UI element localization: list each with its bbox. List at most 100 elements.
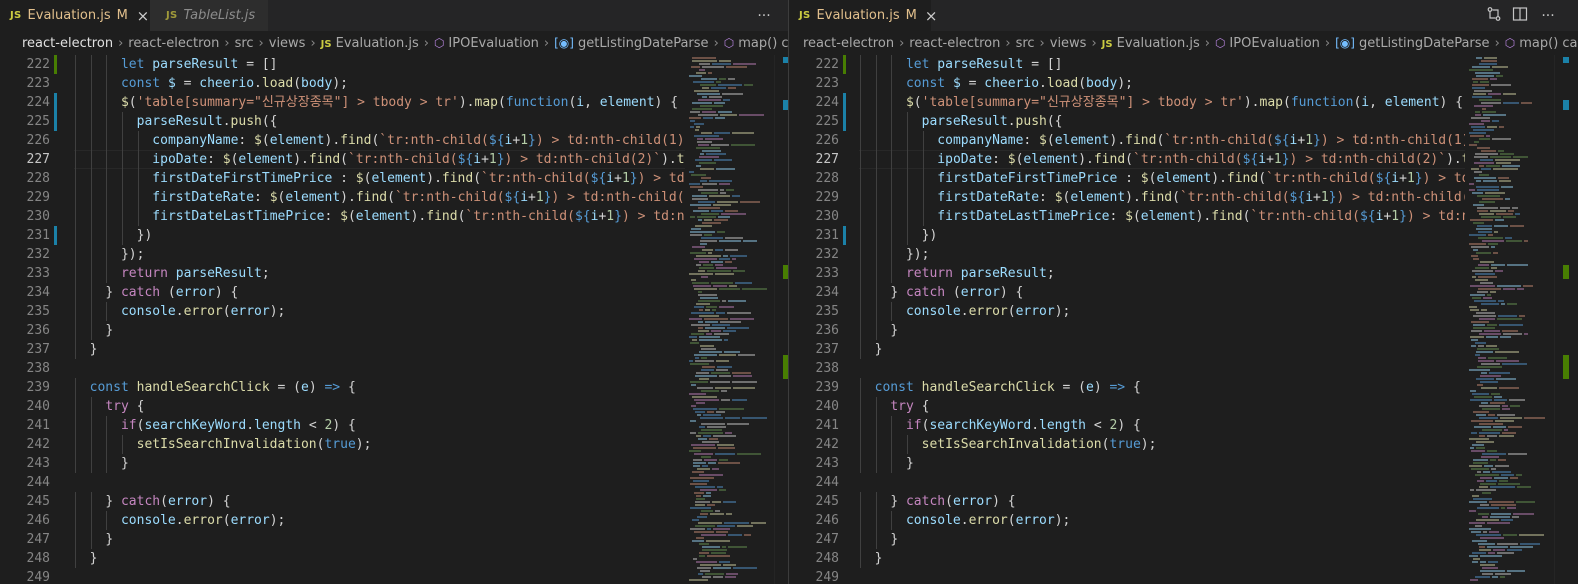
code-text[interactable]: const $ = cheerio.load(body); bbox=[121, 74, 348, 93]
more-actions-icon[interactable]: ··· bbox=[754, 6, 774, 26]
gutter-change-marker[interactable] bbox=[843, 169, 846, 188]
code-text[interactable]: }); bbox=[121, 245, 144, 264]
breadcrumb-item[interactable]: src bbox=[1016, 36, 1035, 51]
gutter-change-marker[interactable] bbox=[843, 93, 846, 112]
breadcrumb-item[interactable]: JS Evaluation.js bbox=[321, 36, 419, 51]
open-changes-icon[interactable] bbox=[1484, 6, 1504, 26]
tab-tablelist-js[interactable]: JS TableList.js bbox=[150, 0, 268, 31]
minimap[interactable] bbox=[1465, 55, 1555, 584]
code-text[interactable]: try { bbox=[105, 397, 144, 416]
close-icon[interactable]: × bbox=[925, 7, 938, 25]
code-text[interactable]: } bbox=[105, 321, 113, 340]
breadcrumb-item[interactable]: views bbox=[1050, 36, 1087, 51]
gutter-change-marker[interactable] bbox=[54, 188, 57, 207]
code-text[interactable]: } bbox=[90, 549, 98, 568]
code-text[interactable]: } bbox=[906, 454, 914, 473]
gutter-change-marker[interactable] bbox=[843, 112, 846, 131]
code-editor[interactable]: 222 let parseResult = [] 223 const $ = chee… bbox=[0, 55, 788, 584]
gutter-change-marker[interactable] bbox=[843, 55, 846, 74]
code-text[interactable]: firstDateLastTimePrice: $(element).find(… bbox=[152, 207, 685, 226]
code-text[interactable]: } bbox=[875, 549, 883, 568]
code-text[interactable]: return parseResult; bbox=[906, 264, 1055, 283]
code-text[interactable]: }); bbox=[906, 245, 929, 264]
breadcrumb-item[interactable]: react-electron bbox=[22, 36, 113, 51]
code-text[interactable]: } bbox=[121, 454, 129, 473]
code-text[interactable]: } bbox=[875, 340, 883, 359]
gutter-change-marker[interactable] bbox=[54, 207, 57, 226]
code-text[interactable]: companyName: $(element).find(`tr:nth-chi… bbox=[152, 131, 685, 150]
code-text[interactable]: ipoDate: $(element).find(`tr:nth-child($… bbox=[152, 150, 685, 169]
breadcrumb-item[interactable]: [◉] getListingDateParse bbox=[554, 36, 708, 51]
tab-evaluation-js[interactable]: JS Evaluation.js M × bbox=[789, 0, 937, 31]
breadcrumb-item[interactable]: ⬡ IPOEvaluation bbox=[434, 36, 539, 51]
gutter-change-marker[interactable] bbox=[54, 55, 57, 74]
code-text[interactable]: companyName: $(element).find(`tr:nth-chi… bbox=[937, 131, 1465, 150]
code-text[interactable]: console.error(error); bbox=[906, 302, 1070, 321]
gutter-change-marker[interactable] bbox=[54, 226, 57, 245]
breadcrumb-item[interactable]: react-electron bbox=[803, 36, 894, 51]
code-text[interactable]: setIsSearchInvalidation(true); bbox=[137, 435, 372, 454]
code-text[interactable]: const handleSearchClick = (e) => { bbox=[875, 378, 1141, 397]
split-editor-icon[interactable] bbox=[1510, 6, 1530, 26]
code-text[interactable]: } bbox=[105, 530, 113, 549]
code-text[interactable]: parseResult.push({ bbox=[137, 112, 278, 131]
breadcrumb-item[interactable]: ⬡ IPOEvaluation bbox=[1215, 36, 1320, 51]
code-text[interactable]: const $ = cheerio.load(body); bbox=[906, 74, 1133, 93]
breadcrumb-item[interactable]: react-electron bbox=[909, 36, 1000, 51]
code-text[interactable]: setIsSearchInvalidation(true); bbox=[922, 435, 1157, 454]
code-text[interactable]: }) bbox=[137, 226, 153, 245]
minimap-line bbox=[1470, 294, 1485, 296]
breadcrumb-item[interactable]: [◉] getListingDateParse bbox=[1335, 36, 1489, 51]
code-text[interactable]: try { bbox=[890, 397, 929, 416]
code-text[interactable]: console.error(error); bbox=[906, 511, 1070, 530]
code-text[interactable]: let parseResult = [] bbox=[121, 55, 278, 74]
gutter-change-marker[interactable] bbox=[54, 150, 57, 169]
code-text[interactable]: } bbox=[890, 321, 898, 340]
gutter-change-marker[interactable] bbox=[54, 131, 57, 150]
breadcrumb-item[interactable]: views bbox=[269, 36, 306, 51]
code-text[interactable]: firstDateLastTimePrice: $(element).find(… bbox=[937, 207, 1465, 226]
gutter-change-marker[interactable] bbox=[54, 169, 57, 188]
code-text[interactable]: ipoDate: $(element).find(`tr:nth-child($… bbox=[937, 150, 1465, 169]
code-text[interactable]: } catch (error) { bbox=[890, 283, 1023, 302]
breadcrumb-item[interactable]: ⬡map() callback bbox=[1505, 36, 1578, 51]
code-text[interactable]: firstDateRate: $(element).find(`tr:nth-c… bbox=[937, 188, 1465, 207]
vertical-scrollbar[interactable] bbox=[774, 55, 788, 584]
code-text[interactable]: if(searchKeyWord.length < 2) { bbox=[906, 416, 1141, 435]
gutter-change-marker[interactable] bbox=[843, 207, 846, 226]
more-actions-icon[interactable]: ··· bbox=[1538, 6, 1558, 26]
gutter-change-marker[interactable] bbox=[843, 188, 846, 207]
breadcrumb-item[interactable]: src bbox=[235, 36, 254, 51]
code-text[interactable]: } bbox=[890, 530, 898, 549]
code-text[interactable]: let parseResult = [] bbox=[906, 55, 1063, 74]
code-text[interactable]: } bbox=[90, 340, 98, 359]
vertical-scrollbar[interactable] bbox=[1554, 55, 1569, 584]
breadcrumb-item[interactable]: JS Evaluation.js bbox=[1102, 36, 1200, 51]
code-text[interactable]: firstDateRate: $(element).find(`tr:nth-c… bbox=[152, 188, 685, 207]
code-text[interactable]: }) bbox=[922, 226, 938, 245]
code-text[interactable]: return parseResult; bbox=[121, 264, 270, 283]
code-text[interactable]: firstDateFirstTimePrice : $ (element).fin… bbox=[937, 169, 1465, 188]
code-text[interactable]: if(searchKeyWord.length < 2) { bbox=[121, 416, 356, 435]
code-text[interactable]: firstDateFirstTimePrice : $ (element).fin… bbox=[152, 169, 685, 188]
gutter-change-marker[interactable] bbox=[843, 150, 846, 169]
gutter-change-marker[interactable] bbox=[54, 93, 57, 112]
gutter-change-marker[interactable] bbox=[54, 112, 57, 131]
code-text[interactable]: } catch(error) { bbox=[105, 492, 230, 511]
tab-evaluation-js[interactable]: JS Evaluation.js M × bbox=[0, 0, 150, 31]
code-text[interactable]: const handleSearchClick = (e) => { bbox=[90, 378, 356, 397]
code-text[interactable]: console.error(error); bbox=[121, 302, 285, 321]
gutter-change-marker[interactable] bbox=[843, 131, 846, 150]
code-text[interactable]: console.error(error); bbox=[121, 511, 285, 530]
minimap[interactable] bbox=[685, 55, 775, 584]
gutter-change-marker[interactable] bbox=[843, 226, 846, 245]
code-text[interactable]: $('table[summary="신규상장종목"] > tbody > tr'… bbox=[906, 93, 1463, 112]
code-text[interactable]: } catch (error) { bbox=[105, 283, 238, 302]
breadcrumb-item[interactable]: ⬡map() callback bbox=[724, 36, 788, 51]
code-text[interactable]: $('table[summary="신규상장종목"] > tbody > tr'… bbox=[121, 93, 678, 112]
code-text[interactable]: } catch(error) { bbox=[890, 492, 1015, 511]
close-icon[interactable]: × bbox=[136, 7, 150, 25]
breadcrumb-item[interactable]: react-electron bbox=[128, 36, 219, 51]
code-text[interactable]: parseResult.push({ bbox=[922, 112, 1063, 131]
code-editor[interactable]: 222 let parseResult = [] 223 const $ = chee… bbox=[789, 55, 1578, 584]
